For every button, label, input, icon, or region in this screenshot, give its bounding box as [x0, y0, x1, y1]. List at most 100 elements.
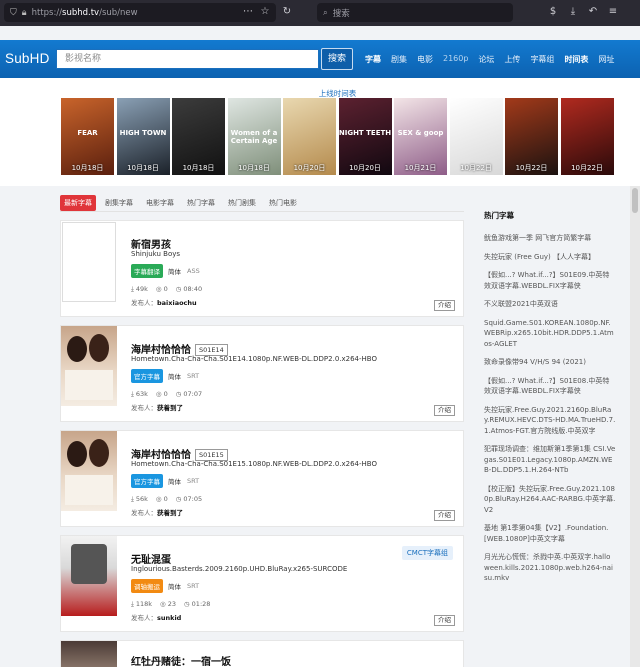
dollar-icon[interactable]: $ — [546, 5, 560, 19]
schedule-poster[interactable]: HIGH TOWN 10月18日 — [116, 98, 170, 175]
downloads-value: 118k — [135, 600, 153, 608]
poster-date: 10月21日 — [404, 164, 437, 172]
subtitle-title[interactable]: 海岸村恰恰恰 S01E14 — [131, 341, 228, 356]
subtitle-tags: 官方字幕 简体 SRT — [131, 369, 205, 383]
subtitle-title[interactable]: 新宿男孩 — [131, 236, 171, 251]
menu-icon[interactable]: ≡ — [606, 5, 620, 19]
hot-subtitles-sidebar: 热门字幕 鱿鱼游戏第一季 网飞官方简繁字幕 失控玩家 (Free Guy) 【人人… — [484, 210, 616, 592]
address-bar[interactable]: ⛉ 🔒︎ https://subhd.tv/sub/new — [4, 3, 276, 22]
search-input[interactable]: 影视名称 — [56, 49, 319, 69]
poster-date: 10月18日 — [71, 164, 104, 172]
uploader: 发布人：获着到了 — [131, 402, 183, 412]
nav-item[interactable]: 时间表 — [564, 54, 588, 65]
thumbnail[interactable] — [61, 326, 117, 406]
time-value: 01:28 — [191, 600, 211, 608]
thumbnail[interactable] — [61, 536, 117, 616]
thumbnail[interactable] — [61, 431, 117, 511]
uploader: 发布人：baixiaochu — [131, 297, 197, 307]
language-tag: 简体 — [168, 583, 181, 591]
site-logo[interactable]: SubHD — [5, 51, 50, 66]
intro-button[interactable]: 介绍 — [434, 300, 455, 311]
poster-date: 10月22日 — [460, 164, 492, 172]
schedule-poster[interactable]: 10月20日 — [283, 98, 336, 175]
schedule-poster[interactable]: NIGHT TEETH 10月20日 — [338, 98, 392, 175]
title-text[interactable]: 红牡丹赌徒：一宿一饭 — [131, 657, 231, 667]
hot-subtitle-link[interactable]: 月光光心慌慌：杀戮中英.中英双字.halloween.kills.2021.10… — [484, 552, 616, 584]
intro-button[interactable]: 介绍 — [434, 510, 455, 521]
shield-icon[interactable]: ⛉ — [10, 8, 17, 18]
nav-item[interactable]: 论坛 — [478, 54, 494, 65]
hot-subtitle-link[interactable]: 【校正版】失控玩家.Free.Guy.2021.1080p.BluRay.H26… — [484, 484, 616, 516]
scrollbar-thumb[interactable] — [632, 188, 638, 213]
nav-item[interactable]: 2160p — [443, 54, 468, 65]
tab-item[interactable]: 最新字幕 — [60, 195, 96, 211]
hot-subtitle-link[interactable]: 犯罪现场调查：维加斯第1季第1集 CSI.Vegas.S01E01.Legacy… — [484, 444, 616, 476]
comment-icon: ◎ — [155, 390, 162, 398]
release-name[interactable]: Shinjuku Boys — [131, 250, 180, 258]
nav-item[interactable]: 剧集 — [391, 54, 407, 65]
reload-icon[interactable]: ↻ — [280, 5, 294, 19]
time-icon: ◷ — [175, 390, 182, 398]
poster-date: 10月22日 — [515, 164, 548, 172]
tab-item[interactable]: 电影字幕 — [142, 195, 178, 211]
search-button[interactable]: 搜索 — [321, 48, 353, 70]
nav-item[interactable]: 字幕 — [365, 54, 381, 65]
release-name[interactable]: Inglourious.Basterds.2009.2160p.UHD.BluR… — [131, 565, 347, 573]
search-icon: ⌕ — [323, 7, 328, 18]
nav-item[interactable]: 上传 — [504, 54, 520, 65]
schedule-poster[interactable]: 10月22日 — [560, 98, 614, 175]
tab-item[interactable]: 热门剧集 — [224, 195, 260, 211]
download-icon[interactable]: ⤓ — [566, 5, 580, 19]
thumbnail[interactable] — [61, 641, 117, 667]
release-name[interactable]: Hometown.Cha-Cha-Cha.S01E15.1080p.NF.WEB… — [131, 460, 377, 468]
subtitle-title[interactable]: 海岸村恰恰恰 S01E15 — [131, 446, 228, 461]
hot-subtitle-link[interactable]: Squid.Game.S01.KOREAN.1080p.NF.WEBRip.x2… — [484, 318, 616, 350]
schedule-poster[interactable]: 10月22日 — [449, 98, 503, 175]
hot-subtitle-link[interactable]: 不义联盟2021中英双语 — [484, 299, 616, 310]
nav-item[interactable]: 电影 — [417, 54, 433, 65]
downloads-stat: ⤓ 63k — [131, 390, 148, 399]
hot-subtitle-link[interactable]: 基地 第1季第04集【V2】.Foundation.[WEB.1080P]中英文… — [484, 523, 616, 544]
hot-subtitle-link[interactable]: 致命录像带94 V/H/S 94 (2021) — [484, 357, 616, 368]
time-value: 07:05 — [183, 495, 203, 503]
bookmark-star-icon[interactable]: ☆ — [258, 5, 272, 19]
uploader-name[interactable]: baixiaochu — [157, 299, 197, 307]
schedule-poster[interactable]: Women of a Certain Age 10月18日 — [227, 98, 281, 175]
scrollbar[interactable] — [630, 186, 640, 667]
thumbnail[interactable] — [62, 222, 116, 302]
tab-item[interactable]: 剧集字幕 — [101, 195, 137, 211]
hot-subtitle-link[interactable]: 失控玩家 (Free Guy) 【人人字幕】 — [484, 252, 616, 263]
schedule-poster[interactable]: SEX & goop 10月21日 — [394, 98, 447, 175]
uploader-name[interactable]: 获着到了 — [157, 509, 183, 517]
tabs-divider — [60, 211, 464, 212]
language-tag: 简体 — [168, 478, 181, 486]
comment-icon: ◎ — [155, 495, 162, 503]
tab-item[interactable]: 热门电影 — [265, 195, 301, 211]
download-icon: ⤓ — [131, 390, 134, 398]
uploader-name[interactable]: sunkid — [157, 614, 181, 622]
release-name[interactable]: Hometown.Cha-Cha-Cha.S01E14.1080p.NF.WEB… — [131, 355, 377, 363]
tab-item[interactable]: 热门字幕 — [183, 195, 219, 211]
comments-stat: ◎ 0 — [156, 495, 168, 504]
nav-item[interactable]: 字幕组 — [530, 54, 554, 65]
source-badge: 官方字幕 — [131, 474, 163, 488]
language-tag: 简体 — [168, 373, 181, 381]
schedule-poster[interactable]: 10月18日 — [172, 98, 225, 175]
hot-subtitle-link[interactable]: 鱿鱼游戏第一季 网飞官方简繁字幕 — [484, 233, 616, 244]
subtitle-title[interactable]: 无耻混蛋 — [131, 551, 171, 566]
schedule-poster[interactable]: FEAR 10月18日 — [61, 98, 114, 175]
hot-subtitle-link[interactable]: 【假如...? What.if...?】S01E09.中英特效双语字幕.WEBD… — [484, 270, 616, 291]
hot-subtitle-link[interactable]: 【假如...? What.if...?】S01E08.中英特效双语字幕.WEBD… — [484, 376, 616, 397]
nav-item[interactable]: 网址 — [598, 54, 614, 65]
schedule-poster[interactable]: 10月22日 — [505, 98, 558, 175]
subtitle-title[interactable]: 红牡丹赌徒：一宿一饭 — [131, 653, 231, 667]
url-text[interactable]: https://subhd.tv/sub/new — [32, 8, 138, 18]
browser-search-input[interactable]: ⌕ 搜索 — [317, 3, 513, 22]
back-icon[interactable]: ↶ — [586, 5, 600, 19]
hot-subtitle-link[interactable]: 失控玩家.Free.Guy.2021.2160p.BluRay.REMUX.HE… — [484, 405, 616, 437]
intro-button[interactable]: 介绍 — [434, 615, 455, 626]
uploader-name[interactable]: 获着到了 — [157, 404, 183, 412]
subtitle-group-tag[interactable]: CMCT字幕组 — [401, 546, 453, 560]
extensions-icon[interactable]: ⋯ — [241, 5, 255, 19]
intro-button[interactable]: 介绍 — [434, 405, 455, 416]
